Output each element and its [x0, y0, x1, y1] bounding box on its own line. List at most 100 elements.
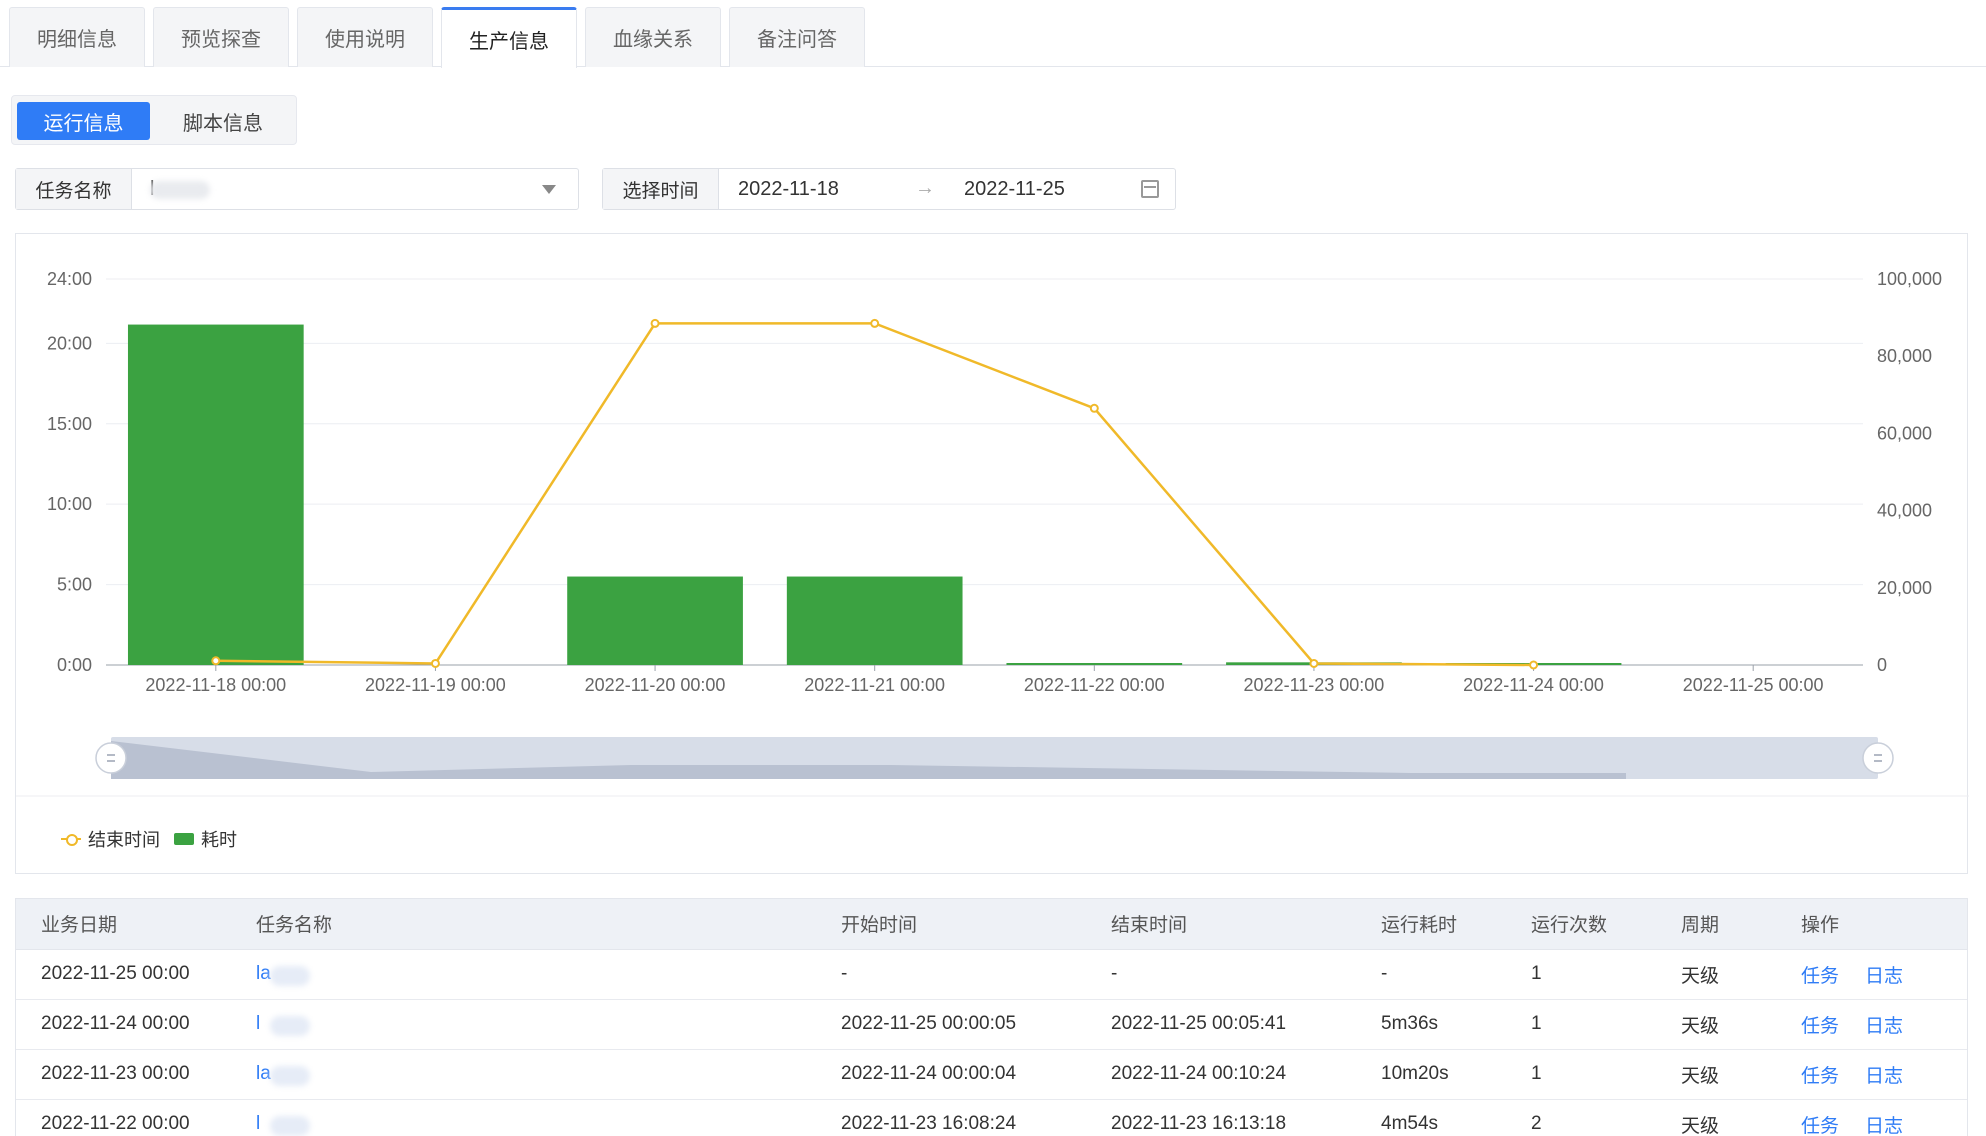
- tab-notes-qa[interactable]: 备注问答: [729, 7, 865, 67]
- point-end-time: [650, 318, 660, 328]
- tab-bar: 明细信息 预览探查 使用说明 生产信息 血缘关系 备注问答: [0, 0, 1986, 68]
- cell-runs: 1: [1531, 999, 1681, 1050]
- col-actions: 操作: [1801, 899, 1967, 950]
- right-axis-tick-label: 80,000: [1877, 346, 1932, 366]
- cell-duration: 4m54s: [1381, 1099, 1531, 1136]
- tab-preview-explore[interactable]: 预览探查: [153, 7, 289, 67]
- task-name-select[interactable]: 任务名称 l: [15, 168, 579, 210]
- x-axis-tick-label: 2022-11-18 00:00: [145, 675, 286, 695]
- left-axis-tick-label: 15:00: [47, 414, 92, 434]
- cell-duration: 10m20s: [1381, 1049, 1531, 1100]
- tab-production-info[interactable]: 生产信息: [441, 7, 577, 68]
- task-name-value[interactable]: l: [132, 169, 578, 209]
- task-name-link[interactable]: la: [256, 963, 271, 984]
- left-axis-tick-label: 24:00: [47, 269, 92, 289]
- col-cycle: 周期: [1681, 899, 1801, 950]
- point-end-time: [1089, 403, 1099, 413]
- bar-duration: [786, 576, 963, 665]
- col-run-duration: 运行耗时: [1381, 899, 1531, 950]
- cell-task-name[interactable]: l: [256, 1099, 841, 1136]
- table-row: 2022-11-23 00:00 la 2022-11-24 00:00:04 …: [16, 1049, 1967, 1100]
- x-axis-tick-label: 2022-11-23 00:00: [1244, 675, 1385, 695]
- cell-task-name[interactable]: la: [256, 1049, 841, 1100]
- legend-end-time[interactable]: 结束时间: [61, 826, 160, 852]
- cell-end: 2022-11-23 16:13:18: [1111, 1099, 1381, 1136]
- task-name-link[interactable]: l: [256, 1013, 260, 1034]
- point-end-time: [430, 658, 440, 668]
- cell-actions: 任务 日志: [1801, 999, 1967, 1050]
- line-marker-icon: [61, 833, 81, 846]
- cell-runs: 2: [1531, 1099, 1681, 1136]
- start-date-input[interactable]: 2022-11-18: [738, 178, 839, 201]
- sub-tab-group: 运行信息 脚本信息: [11, 95, 297, 145]
- bar-duration: [1006, 663, 1183, 665]
- cell-runs: 1: [1531, 1049, 1681, 1100]
- left-axis-tick-label: 10:00: [47, 494, 92, 514]
- task-name-link[interactable]: la: [256, 1063, 271, 1084]
- tab-lineage[interactable]: 血缘关系: [585, 7, 721, 67]
- redacted-text: [270, 965, 310, 986]
- chart-legend: 结束时间 耗时: [61, 826, 251, 852]
- cell-end: 2022-11-25 00:05:41: [1111, 999, 1381, 1050]
- point-end-time: [211, 656, 221, 666]
- cell-start: 2022-11-25 00:00:05: [841, 999, 1111, 1050]
- log-link[interactable]: 日志: [1865, 1016, 1903, 1037]
- cell-task-name[interactable]: l: [256, 999, 841, 1050]
- point-end-time: [1529, 660, 1539, 670]
- redacted-text: [270, 1065, 310, 1086]
- redacted-text: [150, 181, 210, 199]
- cell-start: 2022-11-24 00:00:04: [841, 1049, 1111, 1100]
- right-axis-tick-label: 20,000: [1877, 578, 1932, 598]
- cell-date: 2022-11-24 00:00: [16, 999, 256, 1050]
- end-date-input[interactable]: 2022-11-25: [964, 178, 1065, 201]
- datazoom-handle[interactable]: [95, 742, 127, 774]
- cell-cycle: 天级: [1681, 999, 1801, 1050]
- cell-actions: 任务 日志: [1801, 1049, 1967, 1100]
- left-axis-tick-label: 20:00: [47, 333, 92, 353]
- task-link[interactable]: 任务: [1801, 1066, 1839, 1087]
- cell-task-name[interactable]: la: [256, 949, 841, 1000]
- log-link[interactable]: 日志: [1865, 966, 1903, 987]
- bar-duration: [127, 324, 304, 665]
- chart-canvas: 0:00 5:00 10:00 15:00 20:00 24:00 0 20,000 40,00…: [16, 269, 1969, 797]
- tab-detail-info[interactable]: 明细信息: [9, 7, 145, 67]
- right-axis-tick-label: 40,000: [1877, 501, 1932, 521]
- chevron-down-icon[interactable]: [542, 185, 556, 194]
- log-link[interactable]: 日志: [1865, 1066, 1903, 1087]
- subtab-run-info[interactable]: 运行信息: [17, 102, 150, 140]
- production-chart: 0:00 5:00 10:00 15:00 20:00 24:00 0 20,000 40,00…: [15, 233, 1969, 874]
- redacted-text: [270, 1115, 310, 1136]
- bar-marker-icon: [174, 833, 194, 845]
- cell-duration: 5m36s: [1381, 999, 1531, 1050]
- cell-cycle: 天级: [1681, 949, 1801, 1000]
- x-axis-tick-label: 2022-11-22 00:00: [1024, 675, 1165, 695]
- right-axis-tick-label: 60,000: [1877, 423, 1932, 443]
- legend-duration-label: 耗时: [201, 830, 237, 850]
- date-range-picker[interactable]: 选择时间 2022-11-18 → 2022-11-25: [602, 168, 1176, 210]
- x-axis-tick-label: 2022-11-21 00:00: [804, 675, 945, 695]
- cell-end: -: [1111, 949, 1381, 1000]
- subtab-script-info[interactable]: 脚本信息: [154, 102, 292, 140]
- x-axis-tick-label: 2022-11-19 00:00: [365, 675, 506, 695]
- cell-date: 2022-11-25 00:00: [16, 949, 256, 1000]
- left-axis-tick-label: 5:00: [57, 575, 92, 595]
- right-axis-tick-label: 100,000: [1877, 269, 1942, 289]
- datazoom-handle[interactable]: [1862, 742, 1894, 774]
- task-link[interactable]: 任务: [1801, 1016, 1839, 1037]
- select-time-label: 选择时间: [603, 169, 719, 209]
- task-link[interactable]: 任务: [1801, 1116, 1839, 1136]
- cell-date: 2022-11-23 00:00: [16, 1049, 256, 1100]
- table-row: 2022-11-25 00:00 la - - - 1 天级 任务 日志: [16, 949, 1967, 1000]
- x-axis-tick-label: 2022-11-20 00:00: [585, 675, 726, 695]
- cell-actions: 任务 日志: [1801, 1099, 1967, 1136]
- legend-duration[interactable]: 耗时: [174, 826, 237, 852]
- tab-usage-guide[interactable]: 使用说明: [297, 7, 433, 67]
- calendar-icon[interactable]: [1141, 180, 1159, 198]
- task-link[interactable]: 任务: [1801, 966, 1839, 987]
- task-name-link[interactable]: l: [256, 1113, 260, 1134]
- x-axis-tick-label: 2022-11-24 00:00: [1463, 675, 1604, 695]
- table-row: 2022-11-22 00:00 l 2022-11-23 16:08:24 2…: [16, 1099, 1967, 1136]
- log-link[interactable]: 日志: [1865, 1116, 1903, 1136]
- cell-start: 2022-11-23 16:08:24: [841, 1099, 1111, 1136]
- cell-duration: -: [1381, 949, 1531, 1000]
